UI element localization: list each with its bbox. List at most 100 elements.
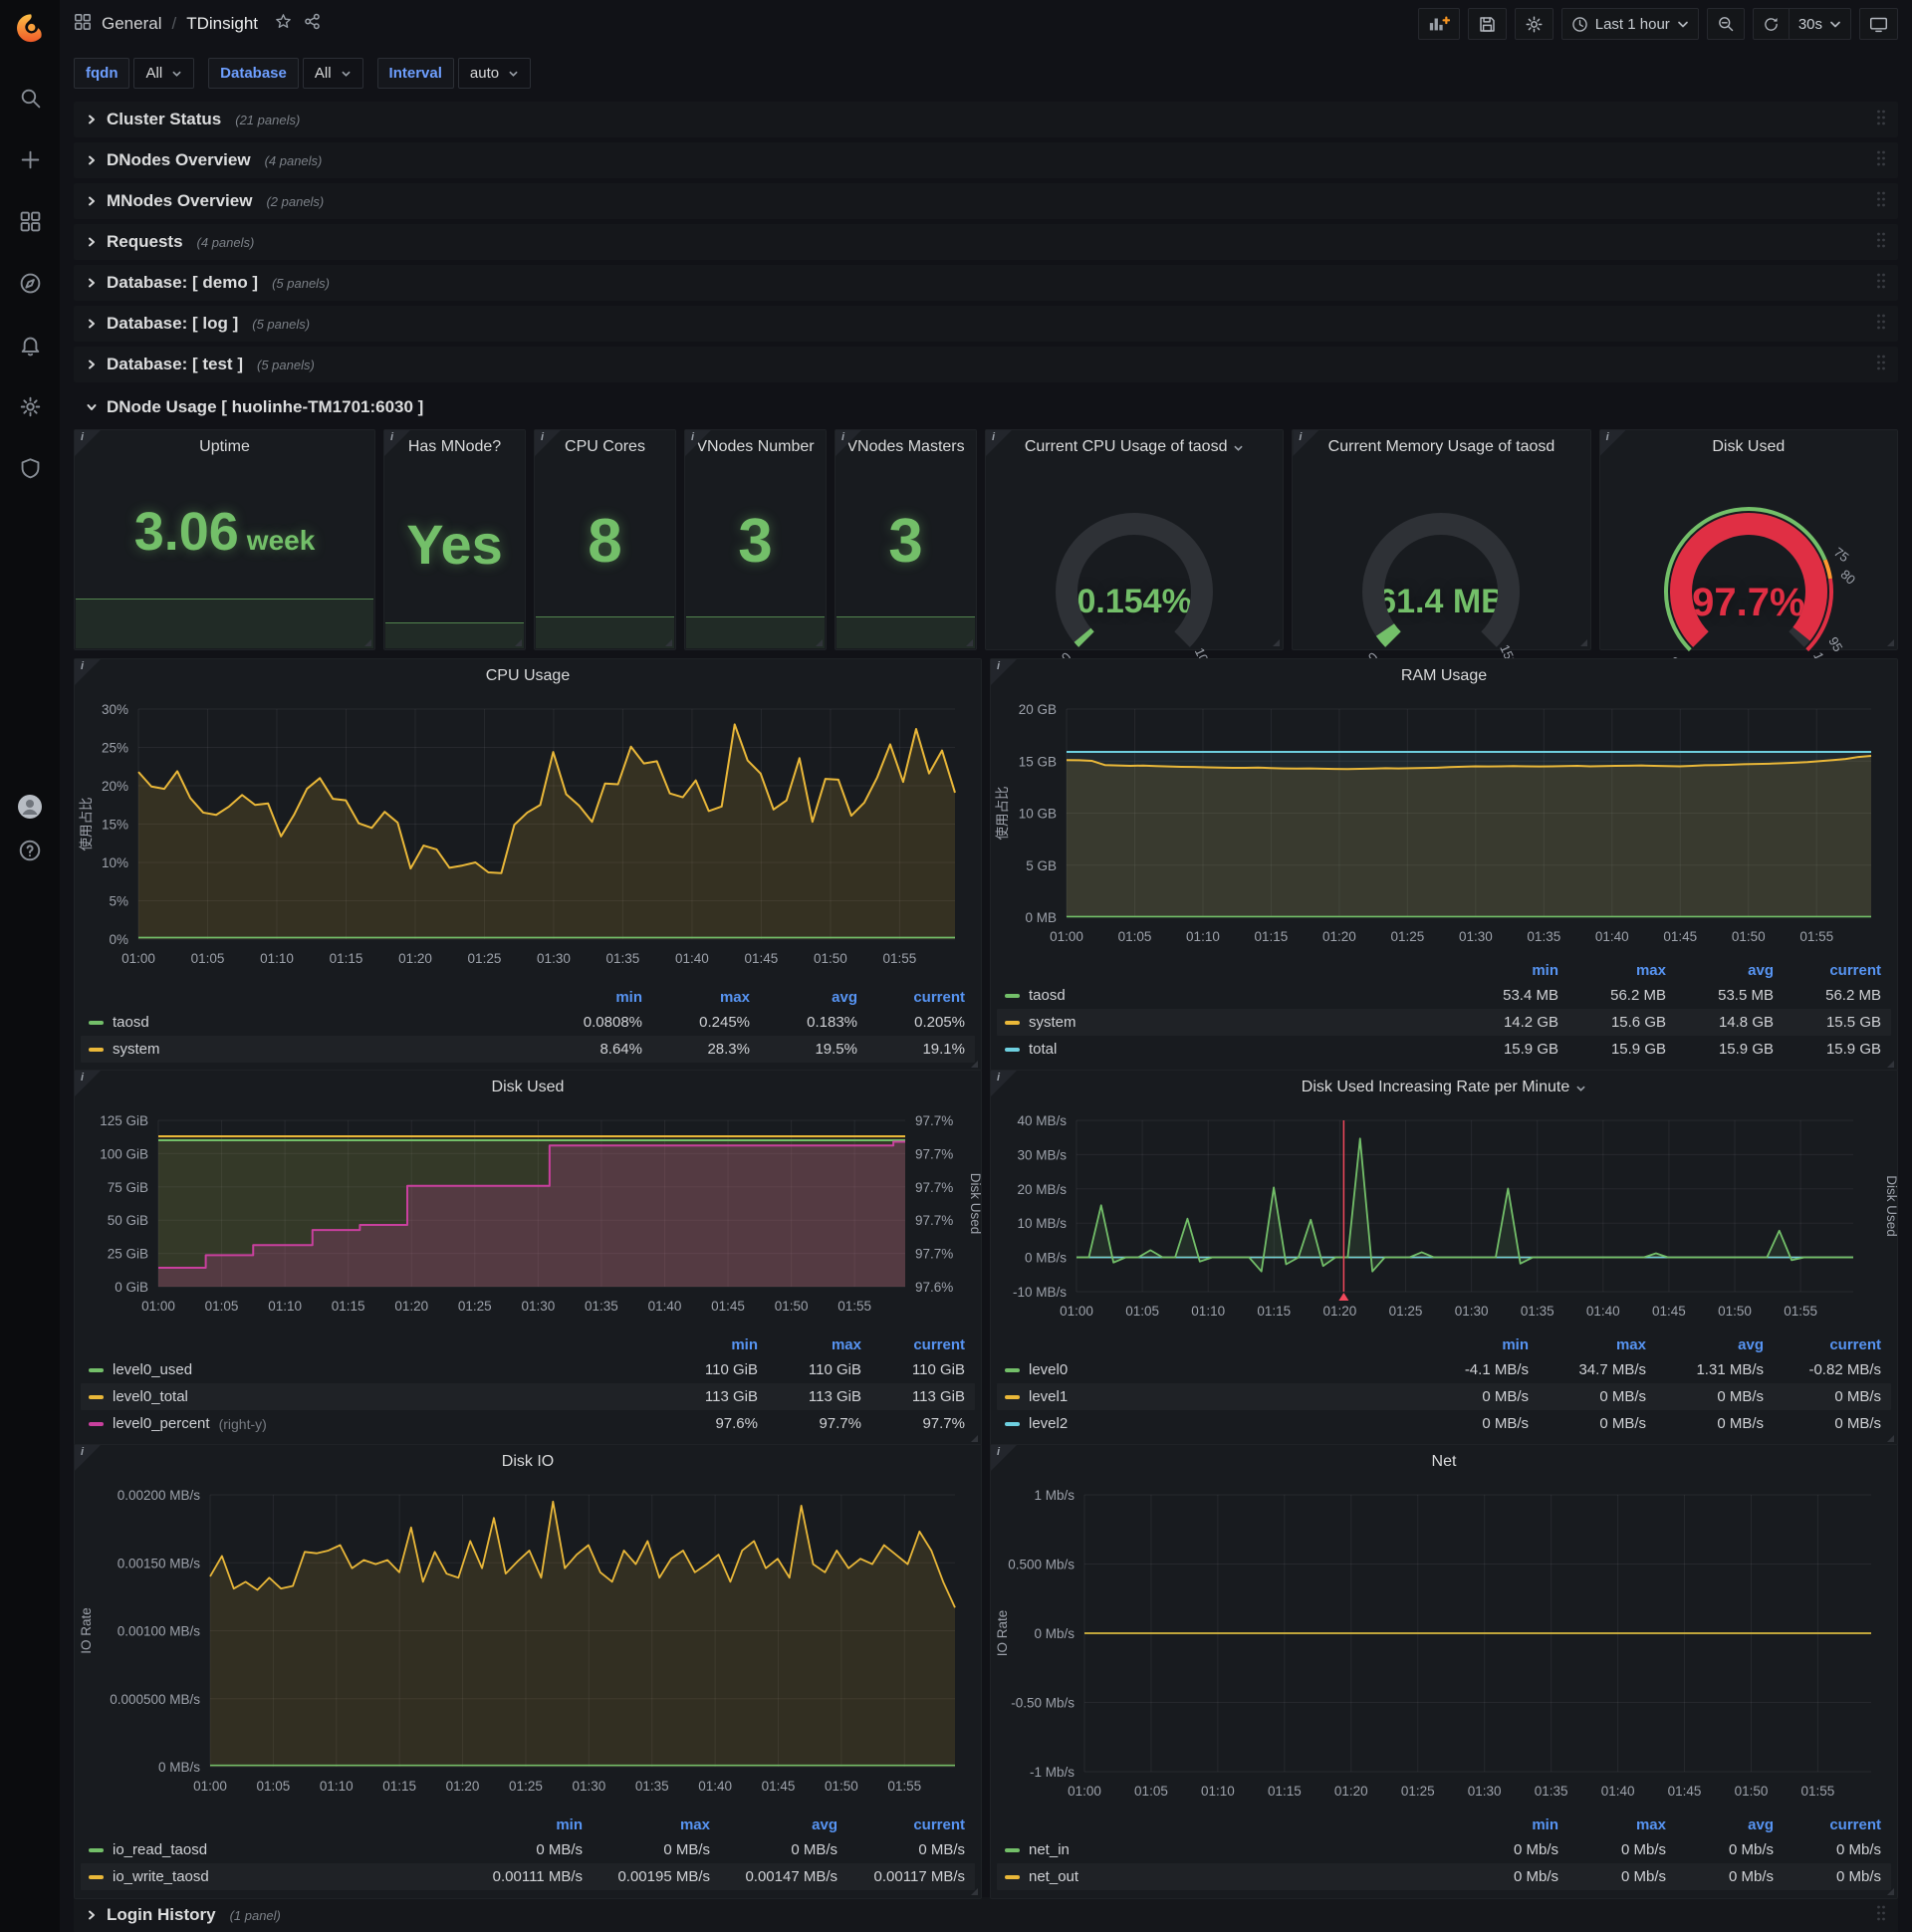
legend-stat-header[interactable]: max xyxy=(642,989,750,1006)
breadcrumb-dashboard-title[interactable]: TDinsight xyxy=(186,14,258,34)
legend-series-taosd[interactable]: taosd xyxy=(89,1014,535,1031)
panel-header-stat-uptime[interactable]: Uptime xyxy=(75,430,374,464)
legend-stat-header[interactable]: current xyxy=(1774,1816,1881,1833)
legend-series-total[interactable]: total xyxy=(1005,1041,1451,1058)
sidebar-explore-icon[interactable] xyxy=(8,261,52,305)
help-icon[interactable] xyxy=(8,829,52,872)
row-drag-handle[interactable] xyxy=(1876,150,1886,171)
legend-stat-header[interactable]: max xyxy=(583,1816,710,1833)
legend-series-io_write_taosd[interactable]: io_write_taosd xyxy=(89,1868,455,1885)
legend-stat-header[interactable]: max xyxy=(1558,962,1666,979)
refresh-interval-dropdown[interactable]: 30s xyxy=(1789,8,1851,40)
grafana-logo-icon[interactable] xyxy=(10,8,50,48)
panel-header-disk-io[interactable]: Disk IO xyxy=(75,1445,981,1479)
row-login-history[interactable]: Login History (1 panel) xyxy=(74,1897,1898,1932)
breadcrumb-folder[interactable]: General xyxy=(102,14,161,34)
row-database-demo-[interactable]: Database: [ demo ] (5 panels) xyxy=(74,265,1898,301)
panel-header-gauge-disk-used[interactable]: Disk Used xyxy=(1600,430,1897,464)
star-icon[interactable] xyxy=(274,12,293,36)
legend-stat-header[interactable]: max xyxy=(1558,1816,1666,1833)
dashboard-settings-button[interactable] xyxy=(1514,8,1554,40)
row-dnode-usage-huolinhe-tm1701-6030-[interactable]: DNode Usage [ huolinhe-TM1701:6030 ] xyxy=(74,387,1898,427)
legend-series-level0_total[interactable]: level0_total xyxy=(89,1388,654,1405)
legend-stat-header[interactable]: min xyxy=(654,1336,758,1353)
legend-stat-header[interactable]: max xyxy=(1529,1336,1646,1353)
zoom-out-time-button[interactable] xyxy=(1706,8,1745,40)
legend-stat-header[interactable]: current xyxy=(861,1336,965,1353)
sidebar-plus-icon[interactable] xyxy=(8,137,52,181)
cycle-view-mode-button[interactable] xyxy=(1859,8,1898,40)
variable-fqdn[interactable]: fqdn All xyxy=(74,57,195,89)
legend-stat-header[interactable]: min xyxy=(1411,1336,1529,1353)
svg-text:97.6%: 97.6% xyxy=(915,1280,953,1295)
sidebar-dashboards-icon[interactable] xyxy=(8,199,52,243)
legend-stat-header[interactable]: min xyxy=(1451,1816,1558,1833)
panel-header-gauge-current-memory-usage-of-taosd[interactable]: Current Memory Usage of taosd xyxy=(1293,430,1589,464)
legend-series-level0_used[interactable]: level0_used xyxy=(89,1361,654,1378)
panel-header-stat-has-mnode-[interactable]: Has MNode? xyxy=(384,430,525,464)
panel-header-disk-used[interactable]: Disk Used xyxy=(75,1071,981,1104)
legend-series-level0[interactable]: level0 xyxy=(1005,1361,1411,1378)
row-database-test-[interactable]: Database: [ test ] (5 panels) xyxy=(74,347,1898,382)
row-drag-handle[interactable] xyxy=(1876,273,1886,294)
variable-Interval[interactable]: Interval auto xyxy=(376,57,532,89)
variable-value-fqdn[interactable]: All xyxy=(133,57,195,89)
panel-header-stat-vnodes-masters[interactable]: VNodes Masters xyxy=(836,430,976,464)
legend-stat-header[interactable]: current xyxy=(857,989,965,1006)
share-icon[interactable] xyxy=(303,12,322,36)
legend-stat-header[interactable]: avg xyxy=(1666,962,1774,979)
row-drag-handle[interactable] xyxy=(1876,110,1886,130)
legend-series-system[interactable]: system xyxy=(1005,1014,1451,1031)
legend-stat-header[interactable]: avg xyxy=(1666,1816,1774,1833)
row-panel-count: (21 panels) xyxy=(235,112,301,127)
row-drag-handle[interactable] xyxy=(1876,314,1886,335)
panel-header-stat-vnodes-number[interactable]: VNodes Number xyxy=(685,430,826,464)
legend-stat-header[interactable]: current xyxy=(837,1816,965,1833)
row-cluster-status[interactable]: Cluster Status (21 panels) xyxy=(74,102,1898,137)
dashboard-grid-icon[interactable] xyxy=(74,13,92,36)
panel-header-cpu-usage[interactable]: CPU Usage xyxy=(75,659,981,693)
legend-stat-header[interactable]: current xyxy=(1774,962,1881,979)
sidebar-shield-icon[interactable] xyxy=(8,446,52,490)
sidebar-alerting-icon[interactable] xyxy=(8,323,52,366)
legend-stat-header[interactable]: avg xyxy=(710,1816,837,1833)
row-drag-handle[interactable] xyxy=(1876,355,1886,375)
legend-stat-header[interactable]: avg xyxy=(750,989,857,1006)
legend-stat-header[interactable]: min xyxy=(455,1816,583,1833)
row-drag-handle[interactable] xyxy=(1876,232,1886,253)
save-dashboard-button[interactable] xyxy=(1467,8,1507,40)
legend-stat-header[interactable]: current xyxy=(1764,1336,1881,1353)
variable-value-Interval[interactable]: auto xyxy=(457,57,532,89)
legend-series-net_out[interactable]: net_out xyxy=(1005,1868,1451,1885)
panel-header-stat-cpu-cores[interactable]: CPU Cores xyxy=(535,430,675,464)
time-range-picker[interactable]: Last 1 hour xyxy=(1560,8,1699,40)
row-drag-handle[interactable] xyxy=(1876,1905,1886,1926)
refresh-button[interactable] xyxy=(1752,8,1790,40)
sidebar-settings-icon[interactable] xyxy=(8,384,52,428)
legend-series-io_read_taosd[interactable]: io_read_taosd xyxy=(89,1841,455,1858)
legend-series-taosd[interactable]: taosd xyxy=(1005,987,1451,1004)
panel-header-gauge-current-cpu-usage-of-taosd[interactable]: Current CPU Usage of taosd xyxy=(986,430,1283,464)
sidebar-search-icon[interactable] xyxy=(8,76,52,120)
row-dnodes-overview[interactable]: DNodes Overview (4 panels) xyxy=(74,142,1898,178)
row-mnodes-overview[interactable]: MNodes Overview (2 panels) xyxy=(74,183,1898,219)
legend-stat-header[interactable]: max xyxy=(758,1336,861,1353)
legend-series-level2[interactable]: level2 xyxy=(1005,1415,1411,1432)
legend-stat-header[interactable]: avg xyxy=(1646,1336,1764,1353)
panel-header-net[interactable]: Net xyxy=(991,1445,1897,1479)
row-drag-handle[interactable] xyxy=(1876,191,1886,212)
variable-value-Database[interactable]: All xyxy=(302,57,363,89)
variable-Database[interactable]: Database All xyxy=(208,57,363,89)
row-database-log-[interactable]: Database: [ log ] (5 panels) xyxy=(74,306,1898,342)
add-panel-button[interactable] xyxy=(1417,8,1460,40)
legend-series-level0_percent[interactable]: level0_percent (right-y) xyxy=(89,1415,654,1432)
legend-series-net_in[interactable]: net_in xyxy=(1005,1841,1451,1858)
panel-header-ram-usage[interactable]: RAM Usage xyxy=(991,659,1897,693)
panel-header-disk-rate[interactable]: Disk Used Increasing Rate per Minute xyxy=(991,1071,1897,1104)
legend-series-system[interactable]: system xyxy=(89,1041,535,1058)
legend-stat-header[interactable]: min xyxy=(1451,962,1558,979)
row-requests[interactable]: Requests (4 panels) xyxy=(74,224,1898,260)
legend-stat-header[interactable]: min xyxy=(535,989,642,1006)
user-avatar[interactable] xyxy=(8,785,52,829)
legend-series-level1[interactable]: level1 xyxy=(1005,1388,1411,1405)
